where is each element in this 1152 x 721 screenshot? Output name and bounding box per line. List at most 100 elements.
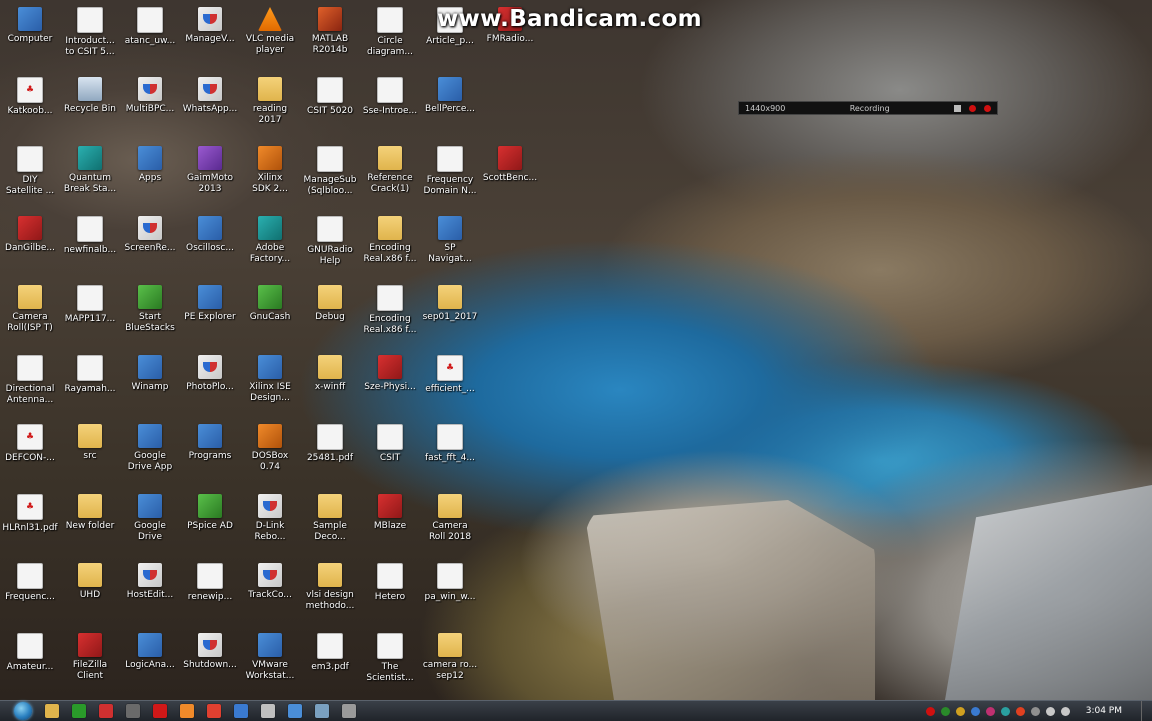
desktop-icon[interactable]: Frequency Domain N... (417, 141, 483, 203)
desktop-icon[interactable]: DOSBox 0.74 (237, 419, 303, 481)
desktop-icon[interactable]: Encoding Real.x86 f... (357, 280, 423, 342)
desktop-icon[interactable]: HostEdit... (117, 558, 183, 620)
desktop-icon[interactable]: Programs (177, 419, 243, 481)
tray-app-icon[interactable] (970, 706, 980, 716)
app-icon[interactable] (288, 704, 302, 718)
network-icon[interactable] (1045, 706, 1055, 716)
desktop-icon[interactable]: Rayamah... (57, 350, 123, 412)
tray-app-icon[interactable] (1030, 706, 1040, 716)
desktop-icon[interactable]: camera ro... sep12 (417, 628, 483, 690)
desktop-icon[interactable]: pa_win_w... (417, 558, 483, 620)
desktop-icon[interactable]: Camera Roll 2018 (417, 489, 483, 551)
desktop-icon[interactable]: Apps (117, 141, 183, 203)
desktop-icon[interactable]: PhotoPlo... (177, 350, 243, 412)
desktop-icon[interactable]: VMware Workstat... (237, 628, 303, 690)
app-icon[interactable] (180, 704, 194, 718)
desktop-icon[interactable]: Adobe Factory... (237, 211, 303, 273)
desktop-icon[interactable]: vlsi design methodo... (297, 558, 363, 620)
desktop-icon[interactable]: ManageSub (Sqlbloo... (297, 141, 363, 203)
desktop-icon[interactable]: CSIT (357, 419, 423, 481)
desktop-icon[interactable]: PSpice AD (177, 489, 243, 551)
chrome-icon[interactable] (207, 704, 221, 718)
desktop-icon[interactable]: Sse-Introe... (357, 72, 423, 134)
desktop-icon[interactable]: Start BlueStacks (117, 280, 183, 342)
desktop-icon[interactable]: x-winff (297, 350, 363, 412)
desktop-icon[interactable]: GnuCash (237, 280, 303, 342)
desktop-icon[interactable]: GaimMoto 2013 (177, 141, 243, 203)
stop-icon[interactable] (984, 104, 992, 112)
desktop-icon[interactable]: Xilinx SDK 2... (237, 141, 303, 203)
desktop-icon[interactable]: Sze-Physi... (357, 350, 423, 412)
desktop-icon[interactable]: sep01_2017 (417, 280, 483, 342)
app-icon[interactable] (126, 704, 140, 718)
desktop-icon[interactable]: MATLAB R2014b (297, 2, 363, 64)
desktop-icon[interactable]: MBlaze (357, 489, 423, 551)
tray-app-icon[interactable] (1000, 706, 1010, 716)
tray-app-icon[interactable] (1015, 706, 1025, 716)
explorer-icon[interactable] (45, 704, 59, 718)
desktop-icon[interactable]: ♣ DEFCON-... (0, 419, 63, 481)
app-icon[interactable] (342, 704, 356, 718)
desktop-icon[interactable]: renewip... (177, 558, 243, 620)
desktop-icon[interactable]: DanGilbe... (0, 211, 63, 273)
desktop-icon[interactable]: Directional Antenna... (0, 350, 63, 412)
desktop-icon[interactable]: New folder (57, 489, 123, 551)
desktop-icon[interactable]: Introduct... to CSIT 5... (57, 2, 123, 64)
desktop-icon[interactable]: Winamp (117, 350, 183, 412)
desktop-icon[interactable]: GNURadio Help (297, 211, 363, 273)
desktop-icon[interactable]: Shutdown... (177, 628, 243, 690)
desktop-icon[interactable]: MultiBPC... (117, 72, 183, 134)
desktop-icon[interactable]: fast_fft_4... (417, 419, 483, 481)
app-icon[interactable] (234, 704, 248, 718)
media-icon[interactable] (72, 704, 86, 718)
desktop-icon[interactable]: Debug (297, 280, 363, 342)
tray-app-icon[interactable] (940, 706, 950, 716)
desktop-icon[interactable]: The Scientist... (357, 628, 423, 690)
desktop-icon[interactable]: Computer (0, 2, 63, 64)
desktop-icon[interactable]: 25481.pdf (297, 419, 363, 481)
desktop-icon[interactable]: Google Drive App (117, 419, 183, 481)
desktop-icon[interactable]: reading 2017 (237, 72, 303, 134)
desktop-icon[interactable]: Xilinx ISE Design... (237, 350, 303, 412)
desktop-icon[interactable]: atanc_uw... (117, 2, 183, 64)
desktop-icon[interactable]: LogicAna... (117, 628, 183, 690)
desktop-icon[interactable]: Circle diagram... (357, 2, 423, 64)
desktop-icon[interactable]: ScreenRe... (117, 211, 183, 273)
desktop-icon[interactable]: MAPP117... (57, 280, 123, 342)
volume-icon[interactable] (1060, 706, 1070, 716)
desktop-icon[interactable]: Reference Crack(1) (357, 141, 423, 203)
app-icon[interactable] (99, 704, 113, 718)
desktop-icon[interactable]: WhatsApp... (177, 72, 243, 134)
desktop-icon[interactable]: UHD (57, 558, 123, 620)
desktop-icon[interactable]: Sample Deco... (297, 489, 363, 551)
app-icon[interactable] (261, 704, 275, 718)
start-button[interactable] (14, 702, 32, 720)
desktop-icon[interactable]: Frequenc... (0, 558, 63, 620)
desktop-icon[interactable]: ScottBenc... (477, 141, 543, 203)
desktop-icon[interactable]: BellPerce... (417, 72, 483, 134)
desktop-icon[interactable]: newfinalb... (57, 211, 123, 273)
desktop-icon[interactable]: ♣ efficient_... (417, 350, 483, 412)
desktop-icon[interactable]: Oscillosc... (177, 211, 243, 273)
pdf-icon[interactable] (153, 704, 167, 718)
desktop-icon[interactable]: em3.pdf (297, 628, 363, 690)
desktop-icon[interactable]: SP Navigat... (417, 211, 483, 273)
desktop-icon[interactable]: Encoding Real.x86 f... (357, 211, 423, 273)
desktop-icon[interactable]: Recycle Bin (57, 72, 123, 134)
desktop-icon[interactable]: TrackCo... (237, 558, 303, 620)
desktop-icon[interactable]: DIY Satellite ... (0, 141, 63, 203)
desktop-icon[interactable]: Camera Roll(ISP T) (0, 280, 63, 342)
app-icon[interactable] (315, 704, 329, 718)
desktop-icon[interactable]: ♣ Katkoob... (0, 72, 63, 134)
show-desktop-button[interactable] (1141, 701, 1152, 721)
desktop-icon[interactable]: FileZilla Client (57, 628, 123, 690)
desktop-icon[interactable]: ManageV... (177, 2, 243, 64)
camera-icon[interactable] (954, 104, 962, 112)
desktop-icon[interactable]: VLC media player (237, 2, 303, 64)
desktop-icon[interactable]: PE Explorer (177, 280, 243, 342)
tray-app-icon[interactable] (985, 706, 995, 716)
clock[interactable]: 3:04 PM (1086, 706, 1122, 716)
tray-app-icon[interactable] (925, 706, 935, 716)
desktop-icon[interactable]: Amateur... (0, 628, 63, 690)
desktop-icon[interactable]: CSIT 5020 (297, 72, 363, 134)
